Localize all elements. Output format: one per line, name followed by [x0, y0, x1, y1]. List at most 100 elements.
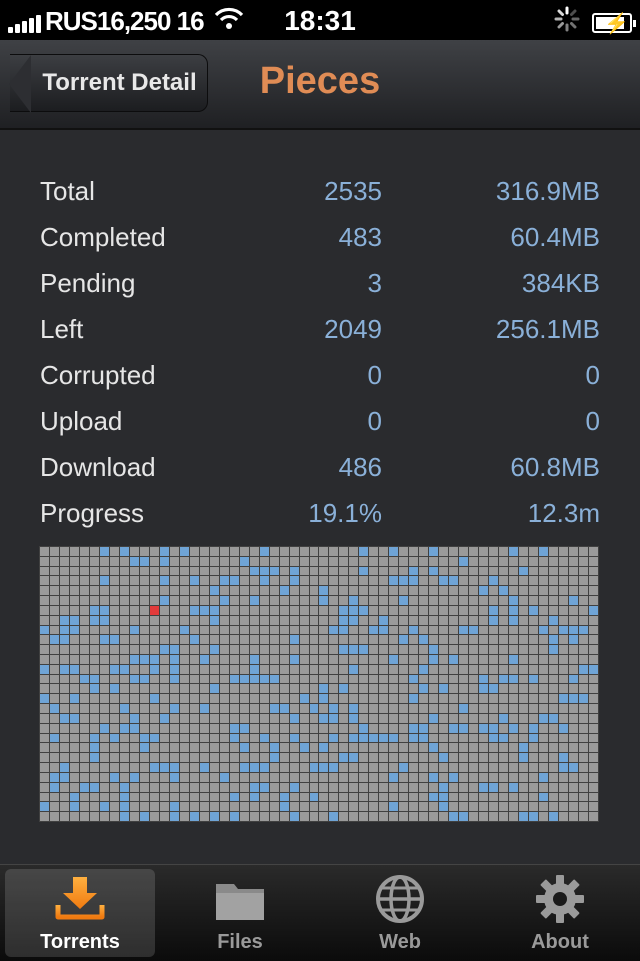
piece-empty [539, 654, 549, 664]
piece-empty [589, 772, 598, 782]
tab-web[interactable]: Web [325, 869, 475, 957]
piece-empty [349, 635, 359, 645]
stat-row-pending: Pending 3 384KB [40, 260, 600, 306]
piece-empty [159, 733, 169, 743]
piece-empty [399, 605, 409, 615]
piece-empty [519, 625, 529, 635]
tab-torrents[interactable]: Torrents [5, 869, 155, 957]
piece-empty [199, 802, 209, 812]
piece-empty [179, 723, 189, 733]
piece-completed [169, 674, 179, 684]
piece-empty [579, 605, 589, 615]
piece-empty [139, 782, 149, 792]
piece-empty [359, 782, 369, 792]
piece-empty [419, 743, 429, 753]
piece-completed [349, 596, 359, 605]
piece-empty [469, 645, 479, 654]
piece-completed [369, 625, 379, 635]
piece-empty [319, 782, 329, 792]
stat-count: 0 [367, 406, 382, 436]
piece-empty [449, 792, 459, 802]
piece-empty [99, 772, 109, 782]
piece-empty [299, 674, 309, 684]
piece-empty [289, 684, 299, 694]
piece-empty [249, 812, 259, 821]
download-tray-icon [54, 869, 106, 929]
piece-empty [169, 753, 179, 763]
piece-empty [559, 674, 569, 684]
piece-completed [89, 615, 99, 625]
piece-empty [59, 694, 69, 704]
piece-empty [289, 615, 299, 625]
piece-completed [369, 733, 379, 743]
piece-empty [469, 566, 479, 576]
piece-empty [529, 654, 539, 664]
tab-about[interactable]: About [485, 869, 635, 957]
piece-empty [129, 615, 139, 625]
piece-completed [159, 645, 169, 654]
piece-empty [199, 576, 209, 586]
piece-empty [69, 782, 79, 792]
piece-empty [69, 605, 79, 615]
piece-completed [529, 812, 539, 821]
piece-empty [209, 723, 219, 733]
piece-empty [199, 586, 209, 596]
piece-empty [519, 684, 529, 694]
piece-completed [399, 763, 409, 772]
piece-completed [349, 753, 359, 763]
piece-empty [369, 664, 379, 674]
piece-empty [579, 684, 589, 694]
piece-empty [519, 694, 529, 704]
piece-empty [409, 596, 419, 605]
piece-completed [379, 733, 389, 743]
piece-empty [479, 625, 489, 635]
piece-empty [279, 547, 289, 556]
piece-empty [79, 605, 89, 615]
piece-empty [40, 782, 49, 792]
piece-empty [569, 743, 579, 753]
piece-empty [569, 753, 579, 763]
piece-empty [359, 615, 369, 625]
piece-completed [279, 792, 289, 802]
piece-empty [239, 645, 249, 654]
piece-empty [179, 782, 189, 792]
piece-completed [249, 763, 259, 772]
piece-empty [379, 605, 389, 615]
piece-empty [249, 704, 259, 713]
piece-empty [79, 792, 89, 802]
piece-empty [409, 654, 419, 664]
piece-empty [539, 802, 549, 812]
piece-completed [169, 772, 179, 782]
piece-completed [289, 713, 299, 723]
tab-files[interactable]: Files [165, 869, 315, 957]
piece-empty [99, 812, 109, 821]
piece-empty [189, 763, 199, 772]
piece-empty [539, 645, 549, 654]
piece-empty [189, 743, 199, 753]
piece-empty [529, 566, 539, 576]
piece-completed [149, 763, 159, 772]
piece-empty [339, 674, 349, 684]
piece-completed [499, 733, 509, 743]
piece-empty [209, 664, 219, 674]
piece-empty [89, 664, 99, 674]
piece-completed [339, 615, 349, 625]
stat-label: Progress [40, 498, 145, 528]
piece-completed [429, 772, 439, 782]
piece-empty [249, 802, 259, 812]
piece-empty [329, 684, 339, 694]
piece-empty [209, 654, 219, 664]
piece-completed [89, 684, 99, 694]
piece-empty [319, 704, 329, 713]
piece-empty [409, 802, 419, 812]
piece-empty [159, 566, 169, 576]
piece-empty [40, 605, 49, 615]
piece-empty [309, 782, 319, 792]
piece-empty [169, 733, 179, 743]
piece-empty [229, 586, 239, 596]
piece-completed [239, 674, 249, 684]
piece-empty [139, 753, 149, 763]
piece-completed [329, 812, 339, 821]
piece-empty [579, 586, 589, 596]
piece-empty [339, 723, 349, 733]
